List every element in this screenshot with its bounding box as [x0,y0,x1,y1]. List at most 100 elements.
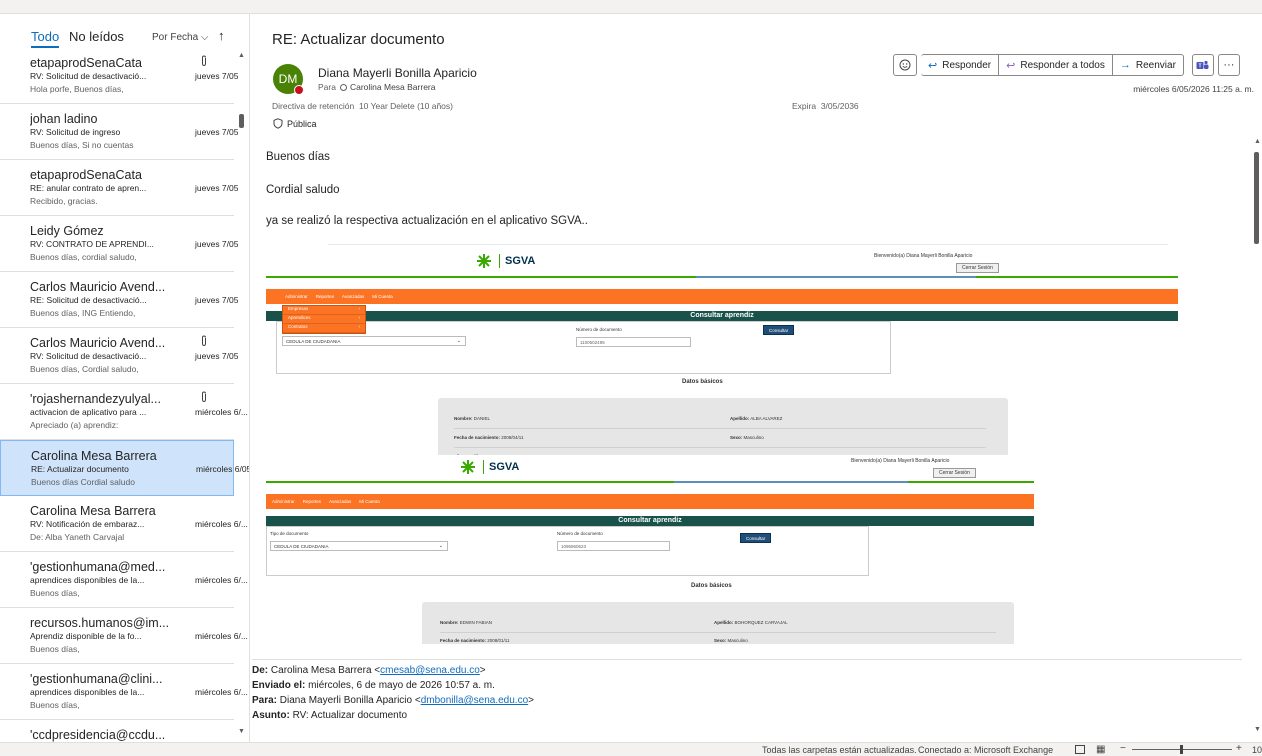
row-nombre: Nombre: EDWIN FABIAN [440,620,492,625]
consult-button: Consultar [763,325,795,335]
reaction-button[interactable] [893,54,917,76]
message-list-item[interactable]: recursos.humanos@im... Aprendiz disponibl… [0,608,248,664]
sort-direction-arrow-icon[interactable]: ↑ [218,28,225,43]
message-preview: Buenos días, [30,588,80,598]
teams-button[interactable]: T [1191,54,1214,76]
message-preview: Buenos días Cordial saludo [31,477,135,487]
zoom-level[interactable]: 100 [1252,745,1262,755]
message-list-item[interactable]: 'ccdpresidencia@ccdu... [0,720,234,742]
message-list-item[interactable]: johan ladino RV: Solicitud de ingreso juev… [0,104,238,160]
fwd-asunto-value: RV: Actualizar documento [292,710,408,721]
doc-type-value: CEDULA DE CIUDADANIA [274,544,329,549]
reply-button[interactable]: ↩ Responder [921,54,1000,76]
label-apellido: Apellido: [730,416,750,421]
normal-view-icon[interactable] [1075,745,1085,754]
reading-scrollbar[interactable]: ▲ ▼ [1250,138,1262,742]
row-fecha: Fecha de nacimiento: 2008/04/11 [454,435,523,440]
message-list-item[interactable]: Carlos Mauricio Avend... RV: Solicitud de… [0,328,238,384]
message-list-pane: Todo No leídos Por Fecha ⌵ ↑ etapaprodSe… [0,14,250,742]
embedded-screenshot-2: SGVA Bienvenido(a) Diana Mayerli Bonilla… [266,455,1034,644]
message-sender: Carolina Mesa Barrera [30,504,156,518]
message-date: jueves 7/05 [195,351,239,361]
message-date: jueves 7/05 [195,127,239,137]
administrar-dropdown: Empresas › Aprendices › Contratos › [282,305,366,334]
message-list-item[interactable]: Carlos Mauricio Avend... RE: Solicitud de… [0,272,238,328]
message-item-content: 'ccdpresidencia@ccdu... [4,728,234,742]
fwd-enviado-label: Enviado el: [252,680,306,691]
scroll-down-icon[interactable]: ▼ [238,728,245,735]
zoom-in-button[interactable]: + [1236,743,1242,754]
reply-all-button[interactable]: ↩ Responder a todos [999,54,1113,76]
scroll-up-icon[interactable]: ▲ [238,52,245,59]
message-date: jueves 7/05 [195,295,239,305]
sort-dropdown[interactable]: Por Fecha ⌵ [152,32,209,43]
message-preview: Hola porfe, Buenos días, [30,84,124,94]
fwd-para-email-link[interactable]: dmbonilla@sena.edu.co [421,695,528,706]
message-subject-line: RE: Solicitud de desactivació... jueves 7… [30,295,238,307]
message-sender: etapaprodSenaCata [30,56,142,70]
body-message: ya se realizó la respectiva actualizació… [266,215,588,227]
message-item-content: 'gestionhumana@med... aprendices disponib… [4,560,248,598]
forward-icon: → [1119,59,1131,71]
message-item-content: Carolina Mesa Barrera RV: Notificación de… [4,504,248,542]
fwd-para-label: Para: [252,695,278,706]
emoji-icon [899,59,911,71]
dropdown-empresas: Empresas › [283,306,365,315]
connection-status[interactable]: Conectado a: Microsoft Exchange [918,745,1053,755]
forward-divider [252,659,1242,660]
svg-text:T: T [1199,64,1202,70]
zoom-out-button[interactable]: − [1120,743,1126,754]
welcome-text: Bienvenido(a) Diana Mayerli Bonilla Apar… [851,458,950,464]
list-scrollbar[interactable]: ▲ ▼ [236,50,248,740]
sort-label: Por Fecha [152,32,199,43]
message-sender: 'ccdpresidencia@ccdu... [30,728,166,742]
scroll-thumb[interactable] [1254,152,1259,244]
reply-icon: ↩ [928,59,938,72]
message-list-item[interactable]: Carolina Mesa Barrera RV: Notificación de… [0,496,248,552]
forward-button[interactable]: → Reenviar [1112,54,1184,76]
message-list-item[interactable]: Carolina Mesa Barrera RE: Actualizar docu… [0,440,249,496]
message-subject: RE: Solicitud de desactivació... [30,295,147,305]
zoom-slider-handle[interactable] [1180,745,1183,754]
message-preview: Buenos días, ING Entiendo, [30,308,136,318]
message-subject: activacion de aplicativo para ... [30,407,147,417]
retention-label: Directiva de retención [272,101,355,111]
message-sender: Leidy Gómez [30,224,104,238]
fwd-enviado-value: miércoles, 6 de mayo de 2026 10:57 a. m. [308,680,495,691]
fwd-de-email-link[interactable]: cmesab@sena.edu.co [380,665,480,676]
message-subject: RV: CONTRATO DE APRENDI... [30,239,154,249]
row-divider [454,447,986,448]
message-list-item[interactable]: Leidy Gómez RV: CONTRATO DE APRENDI... jue… [0,216,238,272]
message-date: jueves 7/05 [195,239,239,249]
consult-button: Consultar [740,533,772,543]
more-options-button[interactable]: ··· [1217,54,1240,76]
message-list-item[interactable]: 'gestionhumana@med... aprendices disponib… [0,552,248,608]
datos-basicos-box: Nombre: EDWIN FABIAN Apellido: BOHORQUEZ… [422,602,1014,644]
tab-no-leidos[interactable]: No leídos [69,29,124,44]
value-fecha: 2008/04/11 [501,435,524,440]
menu-mi-cuenta: Mi Cuenta [359,499,380,504]
message-list-item[interactable]: etapaprodSenaCata RE: anular contrato de … [0,160,238,216]
chevron-right-icon: › [358,324,361,329]
message-preview: Buenos días, cordial saludo, [30,252,137,262]
sender-name[interactable]: Diana Mayerli Bonilla Aparicio [318,66,477,80]
row-divider [454,428,986,429]
scroll-thumb[interactable] [239,114,244,128]
message-list-item[interactable]: etapaprodSenaCata RV: Solicitud de desact… [0,48,238,104]
tab-todo[interactable]: Todo [31,29,60,48]
message-list-item[interactable]: 'gestionhumana@clini... aprendices dispon… [0,664,248,720]
datos-basicos-box: Nombre: DANIEL Apellido: ALBA ALVAREZ Fe… [438,398,1008,459]
message-list-item[interactable]: 'rojashernandezyulyal... activacion de ap… [0,384,248,440]
message-sender: 'gestionhumana@med... [30,560,166,574]
doc-number-input: 1096950623 [557,541,670,551]
sensitivity-label: Pública [273,118,317,129]
menu-avanzadas: Avanzadas [342,294,365,299]
scroll-down-icon[interactable]: ▼ [1254,726,1261,733]
row-nombre: Nombre: DANIEL [454,416,490,421]
scroll-up-icon[interactable]: ▲ [1254,138,1261,145]
reading-view-icon[interactable]: ▦ [1096,744,1105,755]
retention-policy: Directiva de retención 10 Year Delete (1… [272,101,453,111]
presence-unknown-icon [339,84,347,91]
chevron-right-icon: › [358,315,361,320]
recipient-name[interactable]: Carolina Mesa Barrera [350,82,436,92]
